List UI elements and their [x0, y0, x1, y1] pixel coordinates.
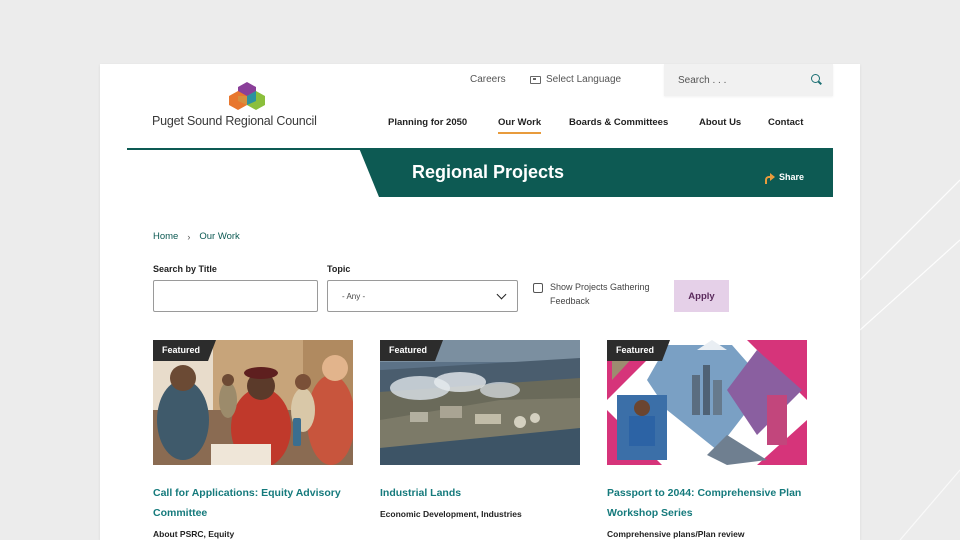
- search-icon[interactable]: [811, 74, 823, 86]
- card-image-industrial-lands[interactable]: Featured: [380, 340, 580, 465]
- apply-button[interactable]: Apply: [674, 280, 729, 312]
- title-filter-label: Search by Title: [153, 264, 217, 274]
- card-tags: About PSRC, Equity: [153, 529, 235, 539]
- nav-planning-2050[interactable]: Planning for 2050: [388, 117, 467, 128]
- card-title[interactable]: Call for Applications: Equity Advisory C…: [153, 483, 353, 523]
- topic-selected-value: - Any -: [342, 291, 366, 301]
- breadcrumb: Home › Our Work: [153, 231, 240, 242]
- logo-text: Puget Sound Regional Council: [152, 114, 317, 128]
- site-search: [664, 64, 833, 96]
- topic-filter-label: Topic: [327, 264, 351, 274]
- card-image-passport-2044[interactable]: Featured: [607, 340, 807, 465]
- share-icon: [765, 172, 775, 184]
- logo-mark-icon: [229, 82, 265, 110]
- language-selector[interactable]: Select Language: [530, 74, 621, 85]
- breadcrumb-home[interactable]: Home: [153, 231, 178, 242]
- gathering-feedback-checkbox[interactable]: [533, 283, 543, 293]
- featured-badge: Featured: [607, 340, 670, 361]
- nav-contact[interactable]: Contact: [768, 117, 803, 128]
- breadcrumb-our-work[interactable]: Our Work: [199, 231, 239, 242]
- project-card[interactable]: Featured Passport to 2044: Comprehensive…: [607, 340, 807, 539]
- card-tags: Economic Development, Industries: [380, 509, 522, 519]
- gathering-feedback-label[interactable]: Show Projects Gathering Feedback: [550, 280, 660, 308]
- chevron-right-icon: ›: [187, 231, 191, 242]
- card-tags: Comprehensive plans/Plan review: [607, 529, 745, 539]
- card-image-equity-meeting[interactable]: Featured: [153, 340, 353, 465]
- careers-link[interactable]: Careers: [470, 74, 506, 85]
- share-label: Share: [779, 172, 805, 182]
- website-page: Careers Select Language Puget Sound Regi…: [100, 64, 860, 540]
- chevron-down-icon: [496, 289, 507, 299]
- title-search-input[interactable]: [153, 280, 318, 312]
- featured-badge: Featured: [380, 340, 443, 361]
- page-title: Regional Projects: [412, 162, 565, 182]
- project-card[interactable]: Featured Call for Applications: Equity A…: [153, 340, 353, 539]
- language-label: Select Language: [546, 74, 622, 85]
- search-input[interactable]: [678, 74, 811, 86]
- featured-badge: Featured: [153, 340, 216, 361]
- project-card[interactable]: Featured Industrial Lands Economic Devel…: [380, 340, 580, 519]
- nav-our-work[interactable]: Our Work: [498, 117, 542, 134]
- card-title[interactable]: Industrial Lands: [380, 483, 580, 503]
- nav-boards-committees[interactable]: Boards & Committees: [569, 117, 668, 128]
- share-button[interactable]: Share: [765, 172, 805, 184]
- nav-about-us[interactable]: About Us: [699, 117, 741, 128]
- translate-icon: [530, 75, 541, 84]
- topic-select[interactable]: - Any -: [327, 280, 518, 312]
- card-title[interactable]: Passport to 2044: Comprehensive Plan Wor…: [607, 483, 807, 523]
